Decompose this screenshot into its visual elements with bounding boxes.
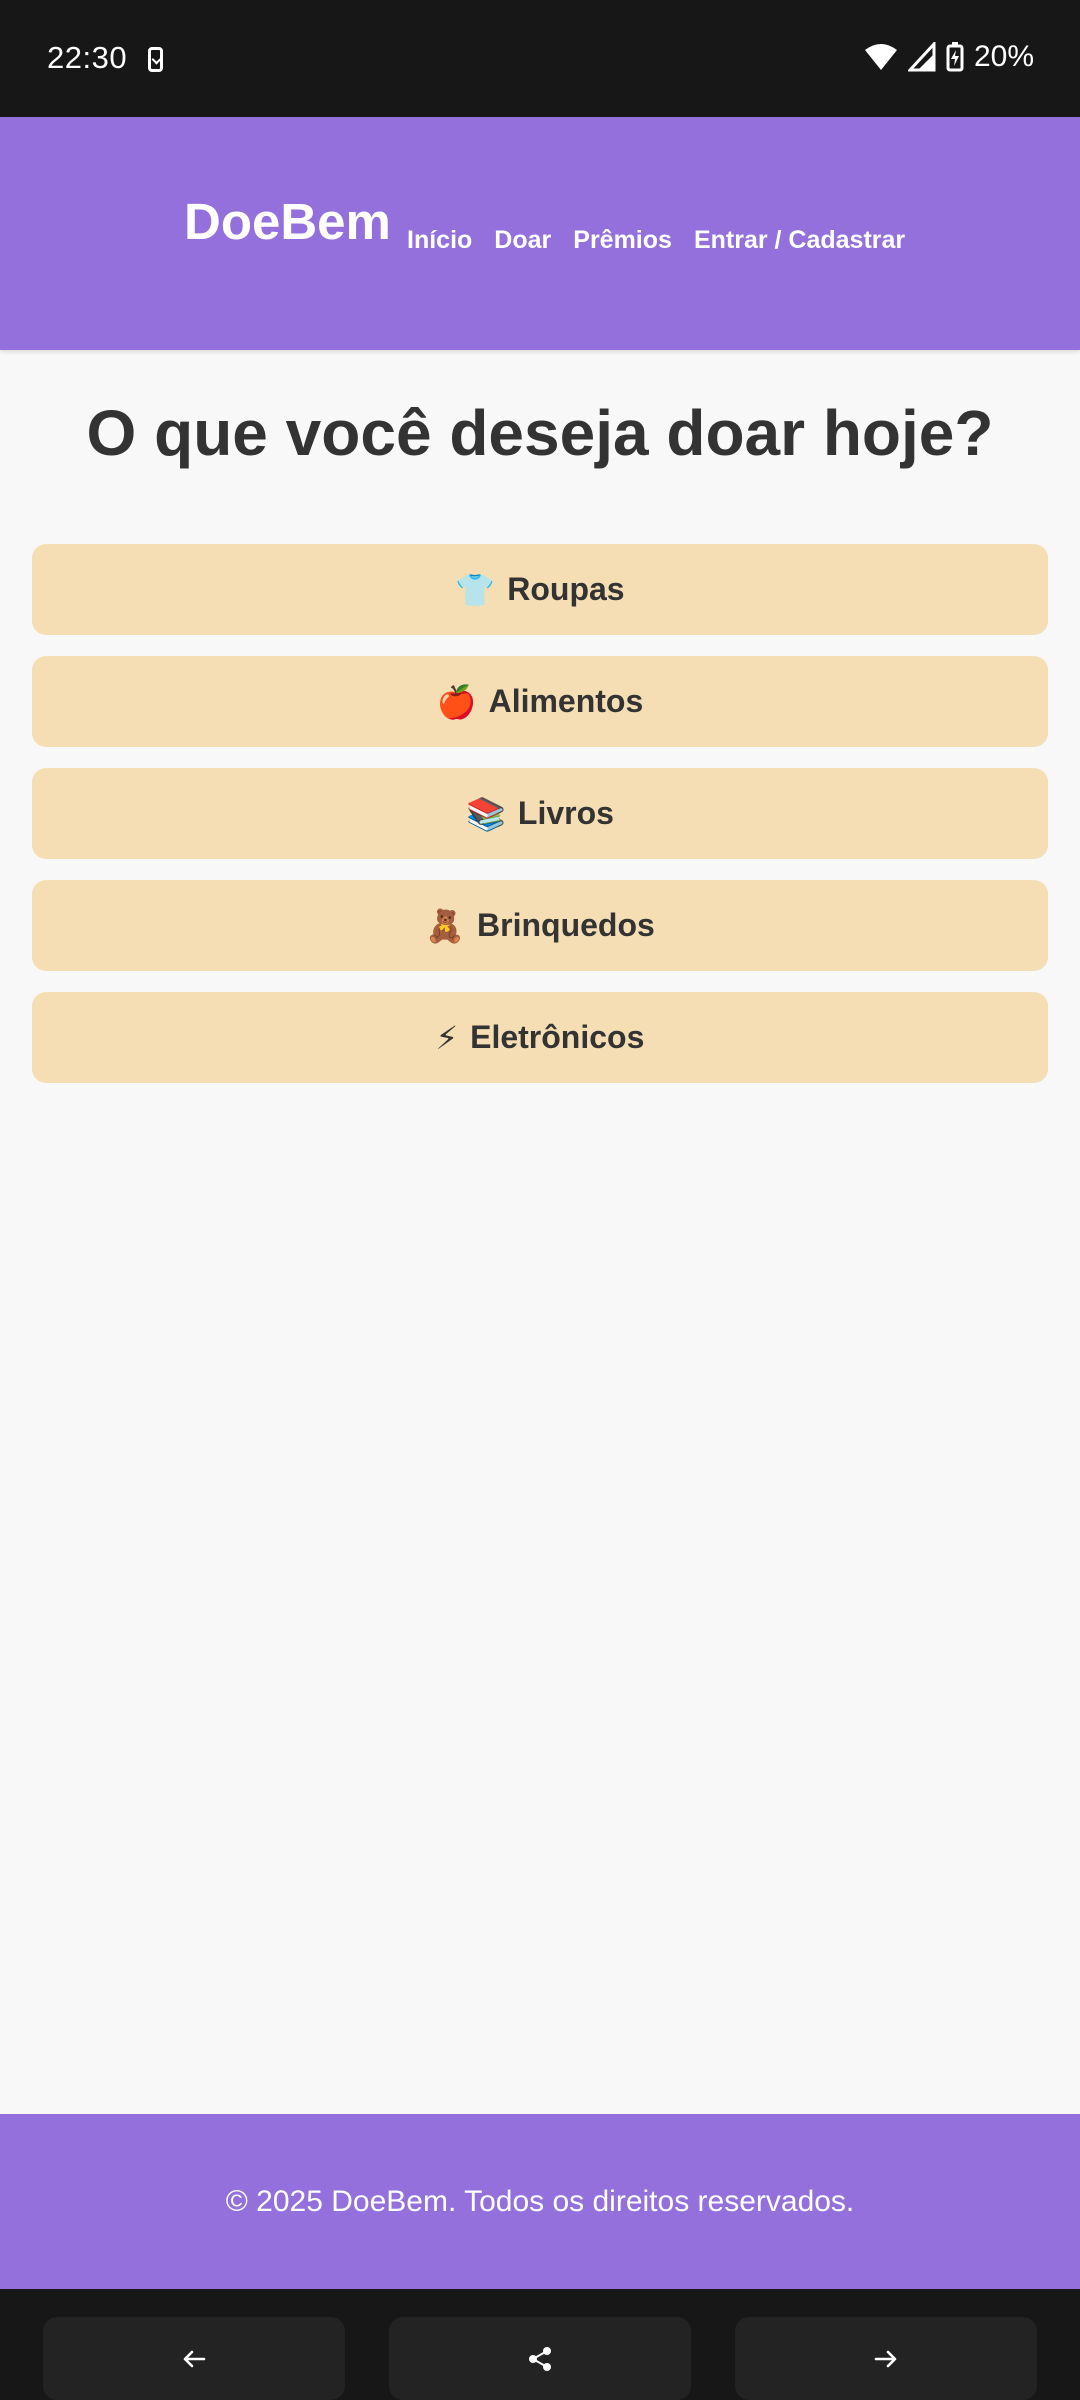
page-title: O que você deseja doar hoje?	[86, 397, 994, 469]
wifi-icon	[864, 44, 897, 70]
share-icon	[529, 2346, 551, 2371]
forward-arrow-icon	[874, 2350, 897, 2367]
donation-options: 👕 Roupas 🍎 Alimentos 📚 Livros 🧸 Brinqued…	[32, 544, 1048, 1104]
site-footer: © 2025 DoeBem. Todos os direitos reserva…	[0, 2114, 1080, 2289]
option-label: Eletrônicos	[470, 1019, 645, 1055]
teddy-bear-icon: 🧸	[425, 907, 466, 944]
status-time: 22:30	[47, 40, 128, 75]
option-alimentos[interactable]: 🍎 Alimentos	[32, 656, 1048, 747]
option-brinquedos[interactable]: 🧸 Brinquedos	[32, 880, 1048, 971]
nav-link-inicio[interactable]: Início	[407, 226, 472, 255]
apple-icon: 🍎	[436, 683, 477, 720]
back-arrow-icon	[183, 2350, 206, 2367]
brand-logo[interactable]: DoeBem	[184, 192, 391, 251]
main-nav: Início Doar Prêmios Entrar / Cadastrar	[407, 226, 905, 255]
shirt-icon: 👕	[455, 571, 496, 608]
status-bar: 22:30 20%	[0, 0, 1080, 117]
status-icons: 20%	[864, 40, 1034, 74]
nav-link-entrar-cadastrar[interactable]: Entrar / Cadastrar	[694, 226, 905, 255]
option-label: Brinquedos	[477, 907, 655, 943]
screenshot-phone-icon	[148, 47, 163, 72]
nav-link-doar[interactable]: Doar	[494, 226, 551, 255]
option-label: Livros	[517, 795, 614, 831]
share-button[interactable]	[389, 2317, 691, 2400]
lightning-icon: ⚡	[435, 1019, 459, 1056]
books-icon: 📚	[466, 795, 506, 832]
battery-percentage: 20%	[973, 40, 1034, 73]
option-label: Roupas	[507, 571, 625, 607]
nav-link-premios[interactable]: Prêmios	[573, 226, 672, 255]
option-roupas[interactable]: 👕 Roupas	[32, 544, 1048, 635]
signal-icon	[907, 42, 936, 72]
back-button[interactable]	[43, 2317, 345, 2400]
option-label: Alimentos	[488, 683, 644, 719]
option-livros[interactable]: 📚 Livros	[32, 768, 1048, 859]
bottom-nav-bar	[0, 2289, 1080, 2400]
battery-charging-icon	[946, 42, 964, 72]
forward-button[interactable]	[735, 2317, 1037, 2400]
option-eletronicos[interactable]: ⚡ Eletrônicos	[32, 992, 1048, 1083]
footer-copyright: © 2025 DoeBem. Todos os direitos reserva…	[225, 2184, 855, 2218]
